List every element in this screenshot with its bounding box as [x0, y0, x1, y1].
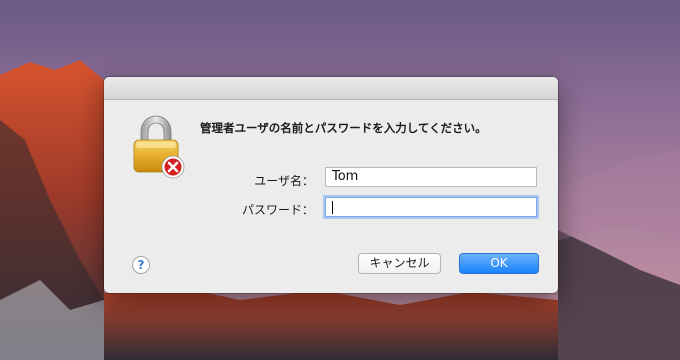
username-label: ユーザ名：	[254, 174, 314, 188]
cancel-button[interactable]: キャンセル	[358, 253, 441, 274]
password-label: パスワード：	[241, 203, 314, 217]
text-caret	[332, 201, 333, 214]
dialog-titlebar[interactable]	[104, 77, 558, 100]
username-value: Tom	[332, 169, 359, 184]
admin-auth-dialog: 管理者ユーザの名前とパスワードを入力してください。 ユーザ名： Tom パスワー…	[104, 77, 558, 293]
error-badge-icon	[161, 155, 185, 179]
password-field[interactable]	[325, 197, 537, 217]
ok-button[interactable]: OK	[459, 253, 539, 274]
help-button[interactable]: ?	[132, 256, 150, 274]
auth-message: 管理者ユーザの名前とパスワードを入力してください。	[200, 121, 487, 135]
username-field[interactable]: Tom	[325, 167, 537, 187]
help-icon: ?	[137, 258, 145, 272]
